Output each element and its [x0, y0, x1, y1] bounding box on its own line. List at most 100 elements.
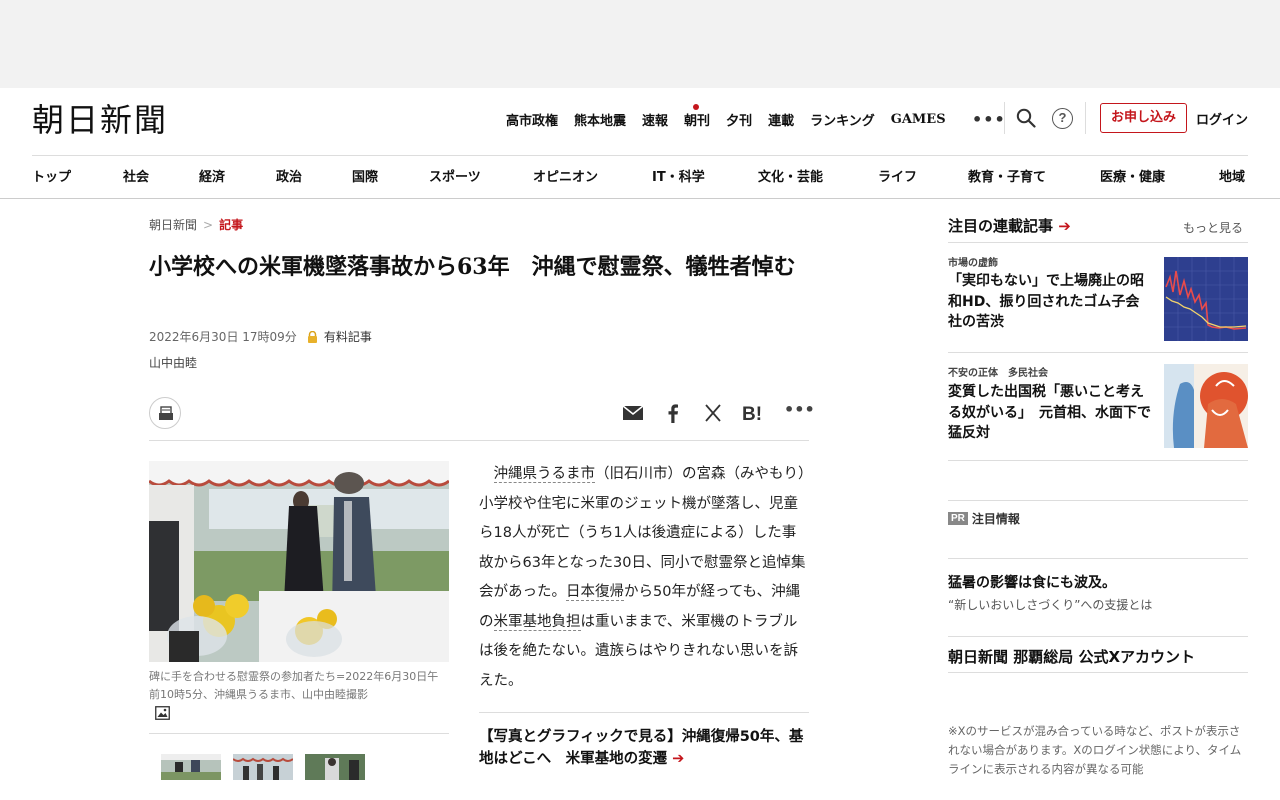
site-logo[interactable]: 朝日新聞	[32, 100, 168, 140]
divider	[149, 733, 449, 734]
photo-thumbnail[interactable]	[233, 754, 293, 780]
series-headline[interactable]: 変質した出国税「悪いこと考える奴がいる」 元首相、水面下で猛反対	[948, 382, 1153, 444]
article-photo[interactable]	[149, 461, 449, 662]
category-nav-item[interactable]: 教育・子育て	[968, 166, 1046, 185]
body-link[interactable]: 日本復帰	[566, 584, 624, 601]
article-title: 小学校への米軍機墜落事故から63年 沖縄で慰霊祭、犠牲者悼む	[149, 254, 796, 280]
category-nav-item[interactable]: 地域	[1219, 166, 1245, 185]
memorial-photo-image	[149, 461, 449, 662]
related-link-label: 【写真とグラフィックで見る】沖縄復帰50年、基地はどこへ 米軍基地の変遷	[479, 729, 804, 767]
help-icon[interactable]: ?	[1052, 108, 1073, 129]
series-category[interactable]: 不安の正体 多民社会	[948, 364, 1048, 379]
share-more-icon[interactable]: •••	[784, 400, 815, 419]
top-nav-label: 朝刊	[684, 113, 711, 129]
top-ad-banner	[0, 0, 1280, 88]
top-nav-item[interactable]: GAMES	[891, 112, 946, 127]
stock-chart-image	[1164, 257, 1248, 341]
series-thumbnail[interactable]	[1164, 257, 1248, 341]
article-date: 2022年6月30日 17時09分	[149, 330, 297, 344]
search-icon[interactable]	[1016, 108, 1036, 128]
login-link[interactable]: ログイン	[1196, 109, 1248, 128]
breadcrumb-current[interactable]: 記事	[219, 218, 243, 232]
top-nav-item[interactable]: 速報	[642, 110, 668, 129]
category-nav-item[interactable]: IT・科学	[652, 166, 705, 185]
pr-headline[interactable]: 猛暑の影響は食にも波及。	[948, 572, 1116, 592]
header-divider	[1004, 102, 1005, 134]
category-nav-item[interactable]: 社会	[123, 166, 149, 185]
print-button[interactable]	[149, 397, 181, 429]
divider	[149, 440, 809, 441]
breadcrumb-separator: >	[203, 218, 214, 232]
divider	[948, 672, 1248, 673]
top-nav-item[interactable]: ランキング	[810, 110, 875, 129]
divider	[948, 460, 1248, 461]
top-nav-item-morning[interactable]: 朝刊	[684, 103, 711, 129]
pr-section-heading: PR 注目情報	[948, 510, 1020, 527]
category-nav-item[interactable]: 経済	[199, 166, 225, 185]
photo-thumbnail[interactable]	[305, 754, 365, 780]
article-body: 沖縄県うるま市（旧石川市）の宮森（みやもり）小学校や住宅に米軍のジェット機が墜落…	[479, 460, 809, 696]
x-account-heading[interactable]: 朝日新聞 那覇総局 公式Xアカウント	[948, 646, 1195, 667]
category-nav-item[interactable]: 国際	[352, 166, 378, 185]
article-meta: 2022年6月30日 17時09分 有料記事	[149, 328, 372, 345]
pr-label: 注目情報	[971, 512, 1020, 526]
photo-thumbnail[interactable]	[161, 754, 221, 780]
featured-series-heading[interactable]: 注目の連載記事 ➔	[948, 215, 1071, 236]
paid-article-label: 有料記事	[323, 330, 372, 344]
more-menu-icon[interactable]: •••	[972, 110, 1006, 129]
top-nav-item[interactable]: 夕刊	[726, 110, 752, 129]
breadcrumb: 朝日新聞 > 記事	[149, 216, 243, 233]
divider	[32, 155, 1248, 156]
new-indicator-dot	[693, 103, 700, 110]
category-nav-item[interactable]: スポーツ	[429, 166, 481, 185]
divider	[479, 712, 809, 713]
x-share-icon[interactable]	[702, 402, 724, 424]
lock-icon	[307, 330, 317, 343]
divider	[948, 500, 1248, 501]
pr-badge: PR	[948, 512, 968, 525]
top-nav-item[interactable]: 連載	[768, 110, 794, 129]
category-nav-item[interactable]: 政治	[276, 166, 302, 185]
photo-caption: 碑に手を合わせる慰霊祭の参加者たち=2022年6月30日午前10時5分、沖縄県う…	[149, 670, 439, 701]
header-divider	[1085, 102, 1086, 134]
body-text: （旧石川市）の宮森（みやもり）小学校や住宅に米軍のジェット機が墜落し、児童ら18…	[479, 466, 806, 600]
top-nav-item[interactable]: 熊本地震	[574, 110, 626, 129]
subscribe-button[interactable]: お申し込み	[1100, 103, 1187, 133]
breadcrumb-home[interactable]: 朝日新聞	[149, 218, 197, 232]
divider	[948, 636, 1248, 637]
category-nav-item[interactable]: 文化・芸能	[758, 166, 823, 185]
category-nav-item[interactable]: トップ	[32, 166, 71, 185]
divider	[0, 198, 1280, 199]
series-thumbnail[interactable]	[1164, 364, 1248, 448]
arrow-right-icon: ➔	[1058, 217, 1071, 235]
series-headline[interactable]: 「実印もない」で上場廃止の昭和HD、振り回されたゴム子会社の苦渋	[948, 271, 1153, 333]
svg-text:B!: B!	[742, 404, 762, 424]
thumbnail-image	[161, 754, 221, 780]
pr-subtext[interactable]: “新しいおいしさづくり”への支援とは	[948, 596, 1152, 613]
divider	[948, 242, 1248, 243]
x-service-note: ※Xのサービスが混み合っている時など、ポストが表示されない場合があります。Xのロ…	[948, 724, 1242, 776]
hatena-bookmark-icon[interactable]: B!	[742, 402, 764, 424]
category-nav-item[interactable]: ライフ	[878, 166, 917, 185]
divider	[948, 352, 1248, 353]
top-nav: 高市政権 熊本地震 速報 朝刊 夕刊 連載 ランキング GAMES	[506, 103, 962, 132]
thumbnail-image	[233, 754, 293, 780]
see-more-link[interactable]: もっと見る	[1183, 219, 1243, 236]
gallery-icon[interactable]	[155, 706, 170, 720]
series-category[interactable]: 市場の虚飾	[948, 254, 998, 269]
facebook-share-icon[interactable]	[662, 402, 684, 424]
article-author[interactable]: 山中由睦	[149, 354, 197, 371]
body-link[interactable]: 米軍基地負担	[493, 613, 581, 631]
mail-share-icon[interactable]	[622, 402, 644, 424]
print-icon	[159, 406, 173, 420]
top-nav-item[interactable]: 高市政権	[506, 110, 558, 129]
category-nav: トップ 社会 経済 政治 国際 スポーツ オピニオン IT・科学 文化・芸能 ラ…	[32, 166, 1248, 188]
related-link[interactable]: 【写真とグラフィックで見る】沖縄復帰50年、基地はどこへ 米軍基地の変遷 ➔	[479, 726, 809, 770]
divider	[948, 558, 1248, 559]
category-nav-item[interactable]: 医療・健康	[1100, 166, 1165, 185]
category-nav-item[interactable]: オピニオン	[533, 166, 598, 185]
thumbnail-image	[305, 754, 365, 780]
illustration-image	[1164, 364, 1248, 448]
sidebar-title: 注目の連載記事	[948, 217, 1054, 235]
body-link[interactable]: 沖縄県うるま市	[493, 466, 595, 483]
